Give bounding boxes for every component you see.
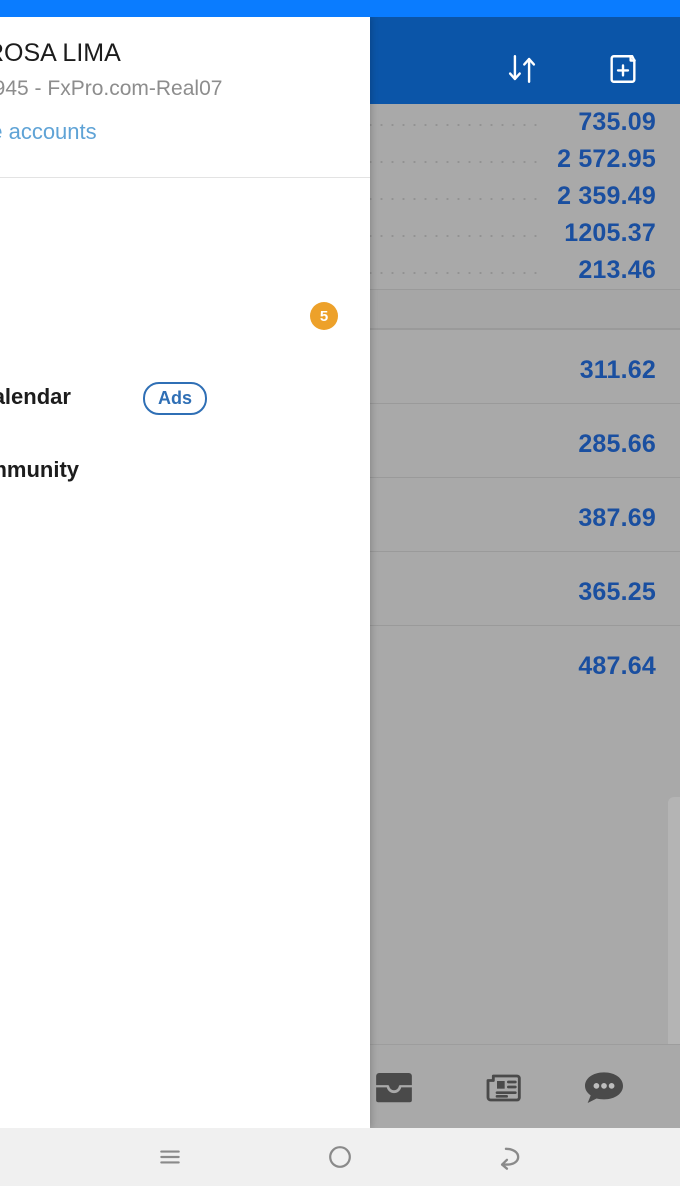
navigation-drawer: ROSA LIMA 9945 - FxPro.com-Real07 ge acc… — [0, 17, 370, 1128]
quote-value: 735.09 — [578, 108, 656, 136]
android-nav-bar — [0, 1128, 680, 1186]
sidebar-item-label: ic calendar — [0, 384, 71, 409]
recents-icon[interactable] — [140, 1136, 200, 1178]
app-screen: 735.09 2 572.95 2 359.49 1205.37 213.46 311.6… — [0, 0, 680, 1186]
quote-value: 487.64 — [578, 652, 656, 680]
sidebar-item-quotes[interactable] — [0, 199, 370, 255]
quote-value: 387.69 — [578, 504, 656, 532]
quote-value: 2 359.49 — [557, 182, 656, 210]
ads-badge[interactable]: Ads — [143, 382, 208, 415]
chat-bubble-icon[interactable] — [560, 1059, 648, 1115]
account-server: 9945 - FxPro.com-Real07 — [0, 77, 223, 100]
sort-arrows-icon[interactable] — [500, 47, 544, 91]
news-icon[interactable] — [459, 1059, 547, 1115]
quote-value: 213.46 — [578, 256, 656, 284]
quote-value: 311.62 — [579, 356, 656, 384]
quote-value: 285.66 — [578, 430, 656, 458]
add-document-icon[interactable] — [601, 47, 645, 91]
back-arrow-icon[interactable] — [480, 1136, 540, 1178]
status-bar — [0, 0, 680, 17]
quote-value: 1205.37 — [564, 219, 656, 247]
quote-value: 365.25 — [578, 578, 656, 606]
home-circle-icon[interactable] — [310, 1136, 370, 1178]
sidebar-item-label: Community — [0, 457, 79, 482]
drawer-account-header[interactable]: ROSA LIMA 9945 - FxPro.com-Real07 ge acc… — [0, 17, 370, 178]
sidebar-item-economic-calendar[interactable]: ic calendar Ads — [0, 372, 370, 428]
sidebar-item-community[interactable]: Community — [0, 445, 370, 501]
notification-badge: 5 — [310, 302, 338, 330]
sidebar-item-charts[interactable] — [0, 255, 370, 311]
account-name: ROSA LIMA — [0, 39, 121, 67]
quote-value: 2 572.95 — [557, 145, 656, 173]
manage-accounts-link[interactable]: ge accounts — [0, 119, 97, 145]
